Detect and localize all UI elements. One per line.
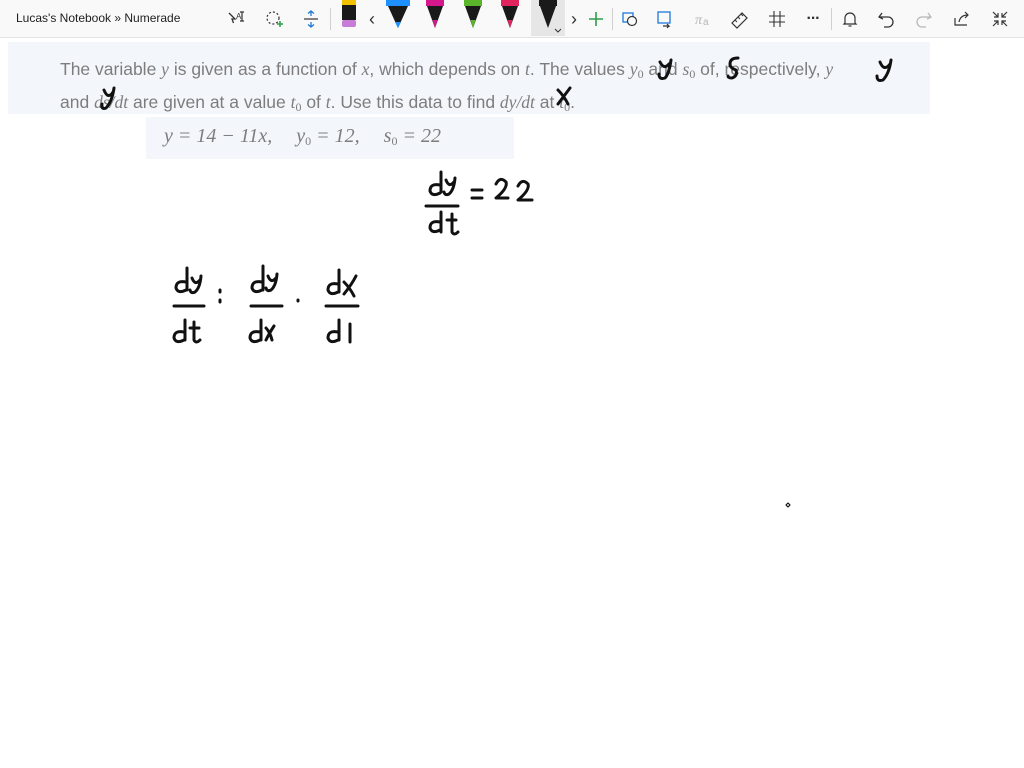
given-equations-text: y = 14 − 11x, y0 = 12, s0 = 22 xyxy=(164,125,441,149)
scroll-left-icon[interactable]: ‹ xyxy=(362,5,382,33)
math-base: y xyxy=(629,59,638,79)
problem-text-fragment: of xyxy=(301,92,326,112)
bell-icon[interactable] xyxy=(836,5,864,33)
pen-black-purple[interactable] xyxy=(335,0,365,36)
problem-text-fragment: and xyxy=(60,92,95,112)
problem-text-fragment: . Use this data to find xyxy=(330,92,500,112)
grid-icon[interactable] xyxy=(763,5,791,33)
problem-statement: The variable y is given as a function of… xyxy=(8,42,930,114)
text-select-icon[interactable]: A xyxy=(222,5,250,33)
math-base: y xyxy=(296,125,306,147)
svg-text:A: A xyxy=(236,12,242,21)
problem-text-fragment: of, respectively, xyxy=(695,59,826,79)
scroll-right-icon[interactable]: › xyxy=(566,5,582,33)
given-equations: y = 14 − 11x, y0 = 12, s0 = 22 xyxy=(146,117,514,159)
redo-icon[interactable] xyxy=(910,5,938,33)
equation-y-of-x: y = 14 − 11x, xyxy=(164,125,273,147)
ink-to-math-icon[interactable]: πa xyxy=(689,5,717,33)
notebook-title[interactable]: Lucas's Notebook » Numerade xyxy=(16,11,180,25)
problem-text-fragment: at xyxy=(534,92,560,112)
toolbar-divider xyxy=(330,8,331,30)
add-space-icon[interactable] xyxy=(297,5,325,33)
problem-text-fragment: . xyxy=(570,92,575,112)
pen-green[interactable] xyxy=(458,0,488,36)
pen-black-selected[interactable] xyxy=(531,0,565,36)
math-var-y: y xyxy=(161,59,169,79)
chevron-left-icon: ‹ xyxy=(369,8,375,29)
equation-s0: s0 = 22 xyxy=(384,125,441,148)
math-s0: s0 xyxy=(683,59,696,81)
pen-pink[interactable] xyxy=(495,0,525,36)
math-t0: t0 xyxy=(559,92,570,114)
equation-y0: y0 = 12, xyxy=(296,125,360,148)
problem-text: The variable y is given as a function of… xyxy=(60,55,920,121)
ink-to-shape-icon[interactable] xyxy=(651,5,679,33)
problem-text-fragment: , which depends on xyxy=(369,59,526,79)
toolbar-divider xyxy=(831,8,832,30)
problem-text-fragment: The variable xyxy=(60,59,162,79)
math-t0: t0 xyxy=(291,92,302,114)
chevron-right-icon: › xyxy=(571,8,577,29)
pen-magenta[interactable] xyxy=(420,0,450,36)
more-icon[interactable]: ··· xyxy=(799,5,827,33)
collapse-icon[interactable] xyxy=(986,5,1014,33)
math-rest: = 22 xyxy=(397,125,441,147)
share-icon[interactable] xyxy=(948,5,976,33)
svg-text:a: a xyxy=(703,17,709,28)
ellipsis-icon: ··· xyxy=(806,10,821,27)
toolbar-divider xyxy=(612,8,613,30)
undo-icon[interactable] xyxy=(872,5,900,33)
ink-chain-rule xyxy=(172,264,360,344)
problem-text-fragment: and xyxy=(643,59,683,79)
svg-text:π: π xyxy=(695,13,703,28)
problem-text-fragment: are given at a value xyxy=(128,92,291,112)
pen-blue[interactable] xyxy=(383,0,413,36)
shapes-icon[interactable] xyxy=(616,5,644,33)
add-pen-icon[interactable] xyxy=(582,5,610,33)
problem-text-fragment: is given as a function of xyxy=(168,59,362,79)
ink-equation-dydt-22 xyxy=(424,170,534,236)
toolbar: Lucas's Notebook » Numerade A ‹ › π a ··… xyxy=(0,0,1024,38)
math-ds-dt: ds/dt xyxy=(94,92,129,112)
lasso-select-icon[interactable] xyxy=(260,5,288,33)
ruler-icon[interactable] xyxy=(726,5,754,33)
ink-dot xyxy=(785,502,791,508)
problem-text-fragment: . The values xyxy=(529,59,630,79)
math-rest: = 12, xyxy=(311,125,360,147)
math-y0: y0 xyxy=(629,59,644,81)
math-var-y: y xyxy=(825,59,834,79)
math-dy-dt: dy/dt xyxy=(499,92,535,112)
